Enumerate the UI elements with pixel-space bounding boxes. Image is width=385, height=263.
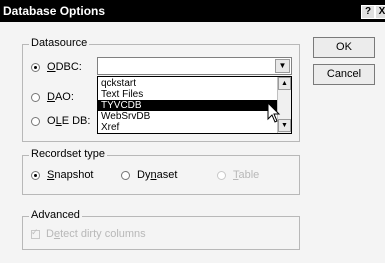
dao-radio-label: DAO:: [47, 91, 74, 103]
snapshot-radio-indicator[interactable]: [31, 170, 40, 180]
advanced-group: Advanced Detect dirty columns: [22, 209, 300, 250]
scroll-up-icon[interactable]: ▲: [278, 77, 291, 90]
detect-dirty-columns-checkbox[interactable]: Detect dirty columns: [31, 227, 146, 240]
advanced-group-label: Advanced: [29, 209, 82, 221]
odbc-source-dropdown[interactable]: qckstart Text Files TYVCDB WebSrvDB Xref ▲ ▼: [97, 76, 292, 134]
close-button[interactable]: X: [375, 5, 385, 19]
dropdown-item[interactable]: Xref: [98, 122, 278, 133]
ok-button[interactable]: OK: [313, 37, 375, 58]
title-bar[interactable]: Database Options ? X: [0, 0, 385, 22]
oledb-radio[interactable]: OLE DB:: [31, 115, 90, 127]
table-radio-label: Table: [233, 169, 260, 181]
odbc-radio-indicator[interactable]: [31, 62, 40, 72]
oledb-radio-label: OLE DB:: [47, 115, 91, 127]
snapshot-radio[interactable]: Snapshot: [31, 169, 94, 181]
dropdown-item[interactable]: qckstart: [98, 78, 278, 89]
recordset-type-group: Recordset type Snapshot Dynaset Table: [22, 148, 300, 195]
window-title: Database Options: [3, 4, 106, 18]
odbc-source-combo[interactable]: ▼: [97, 57, 292, 75]
dropdown-item[interactable]: Text Files: [98, 89, 278, 100]
checkbox-indicator[interactable]: [31, 227, 40, 239]
table-radio[interactable]: Table: [217, 169, 259, 181]
chevron-down-icon[interactable]: ▼: [275, 59, 290, 73]
dropdown-item[interactable]: TYVCDB: [98, 100, 278, 111]
datasource-group-label: Datasource: [29, 37, 90, 49]
recordset-group-label: Recordset type: [29, 148, 107, 160]
dynaset-radio[interactable]: Dynaset: [121, 169, 177, 181]
dao-radio[interactable]: DAO:: [31, 91, 74, 103]
dropdown-item[interactable]: WebSrvDB: [98, 111, 278, 122]
database-options-dialog: Database Options ? X Datasource ODBC: DA…: [0, 0, 385, 263]
dynaset-radio-label: Dynaset: [137, 169, 178, 181]
detect-dirty-columns-label: Detect dirty columns: [46, 228, 146, 240]
cancel-button[interactable]: Cancel: [313, 64, 375, 85]
arrow-pointer-icon: [267, 102, 281, 123]
table-radio-indicator[interactable]: [217, 170, 226, 180]
dynaset-radio-indicator[interactable]: [121, 170, 130, 180]
odbc-radio[interactable]: ODBC:: [31, 61, 82, 73]
dao-radio-indicator[interactable]: [31, 92, 40, 102]
oledb-radio-indicator[interactable]: [31, 116, 40, 126]
help-button[interactable]: ?: [361, 5, 375, 19]
snapshot-radio-label: Snapshot: [47, 169, 94, 181]
odbc-radio-label: ODBC:: [47, 61, 82, 73]
